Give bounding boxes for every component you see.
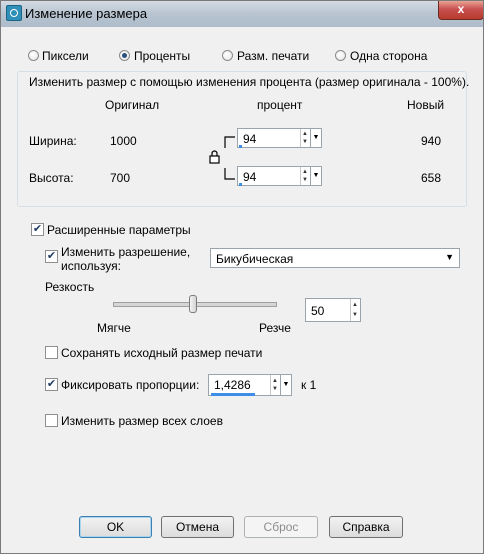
- height-percent-value: 94: [243, 170, 257, 184]
- lock-ratio-checkbox[interactable]: ✔: [45, 378, 58, 391]
- app-icon: [6, 5, 22, 21]
- sharpness-spin-arrows[interactable]: ▲ ▼: [350, 299, 360, 321]
- width-percent-value: 94: [243, 132, 257, 146]
- resize-dialog: Изменение размера x Пиксели Проценты Раз…: [0, 0, 484, 554]
- radio-one-side-label[interactable]: Одна сторона: [350, 49, 427, 63]
- col-percent: процент: [257, 98, 303, 112]
- radio-pixels-label[interactable]: Пиксели: [42, 49, 89, 63]
- sharpness-spinner[interactable]: 50 ▲ ▼: [305, 298, 361, 322]
- ratio-suffix: к 1: [301, 378, 317, 392]
- cancel-button[interactable]: Отмена: [161, 516, 234, 538]
- ratio-dropdown-icon[interactable]: ▼: [280, 375, 291, 395]
- advanced-checkbox[interactable]: ✔: [31, 223, 44, 236]
- window-title: Изменение размера: [25, 6, 148, 21]
- all-layers-checkbox[interactable]: [45, 414, 58, 427]
- lock-icon[interactable]: [209, 150, 221, 164]
- close-button[interactable]: x: [438, 1, 483, 20]
- width-original: 1000: [110, 134, 137, 148]
- col-new: Новый: [407, 98, 445, 112]
- sharpness-sharp-label: Резче: [259, 321, 291, 335]
- col-original: Оригинал: [105, 98, 160, 112]
- radio-one-side[interactable]: [335, 50, 346, 61]
- ratio-value: 1,4286: [214, 378, 251, 392]
- radio-percent-label[interactable]: Проценты: [134, 49, 190, 63]
- height-percent-bar: [239, 183, 242, 186]
- advanced-label[interactable]: Расширенные параметры: [47, 223, 191, 237]
- sharpness-label: Резкость: [45, 280, 95, 294]
- ratio-spin-arrows[interactable]: ▲ ▼: [270, 375, 280, 395]
- width-percent-bar: [239, 145, 242, 148]
- sharpness-soft-label: Мягче: [97, 321, 131, 335]
- sharpness-slider-thumb[interactable]: [189, 295, 197, 313]
- radio-print-size[interactable]: [222, 50, 233, 61]
- all-layers-label[interactable]: Изменить размер всех слоев: [61, 414, 223, 428]
- group-title: Изменить размер с помощью изменения проц…: [29, 75, 470, 89]
- height-label: Высота:: [29, 171, 74, 185]
- keep-print-size-label[interactable]: Сохранять исходный размер печати: [61, 346, 262, 360]
- resample-label-line1[interactable]: Изменить разрешение,: [61, 245, 190, 259]
- chevron-down-icon: ▼: [445, 252, 454, 262]
- width-percent-spinner[interactable]: 94 ▲ ▼ ▼: [237, 128, 322, 148]
- resample-method-select[interactable]: Бикубическая ▼: [210, 248, 460, 268]
- width-label: Ширина:: [29, 134, 77, 148]
- resample-checkbox[interactable]: ✔: [45, 250, 58, 263]
- width-spin-arrows[interactable]: ▲ ▼: [300, 129, 310, 147]
- sharpness-value: 50: [311, 304, 325, 318]
- keep-print-size-checkbox[interactable]: [45, 346, 58, 359]
- height-new: 658: [421, 171, 442, 185]
- radio-pixels[interactable]: [28, 50, 39, 61]
- width-dropdown-icon[interactable]: ▼: [310, 129, 321, 147]
- reset-button[interactable]: Сброс: [244, 516, 318, 538]
- lock-ratio-label[interactable]: Фиксировать пропорции:: [61, 378, 199, 392]
- resample-label-line2[interactable]: используя:: [61, 259, 121, 273]
- height-spin-arrows[interactable]: ▲ ▼: [300, 167, 310, 185]
- ok-button[interactable]: OK: [79, 516, 152, 538]
- width-new: 940: [421, 134, 442, 148]
- radio-print-size-label[interactable]: Разм. печати: [237, 49, 309, 63]
- height-original: 700: [110, 171, 131, 185]
- resample-method-value: Бикубическая: [216, 252, 294, 266]
- radio-percent[interactable]: [119, 50, 130, 61]
- height-percent-spinner[interactable]: 94 ▲ ▼ ▼: [237, 166, 322, 186]
- height-dropdown-icon[interactable]: ▼: [310, 167, 321, 185]
- title-bar: Изменение размера x: [1, 1, 483, 27]
- ratio-bar: [211, 393, 255, 396]
- help-button[interactable]: Справка: [329, 516, 403, 538]
